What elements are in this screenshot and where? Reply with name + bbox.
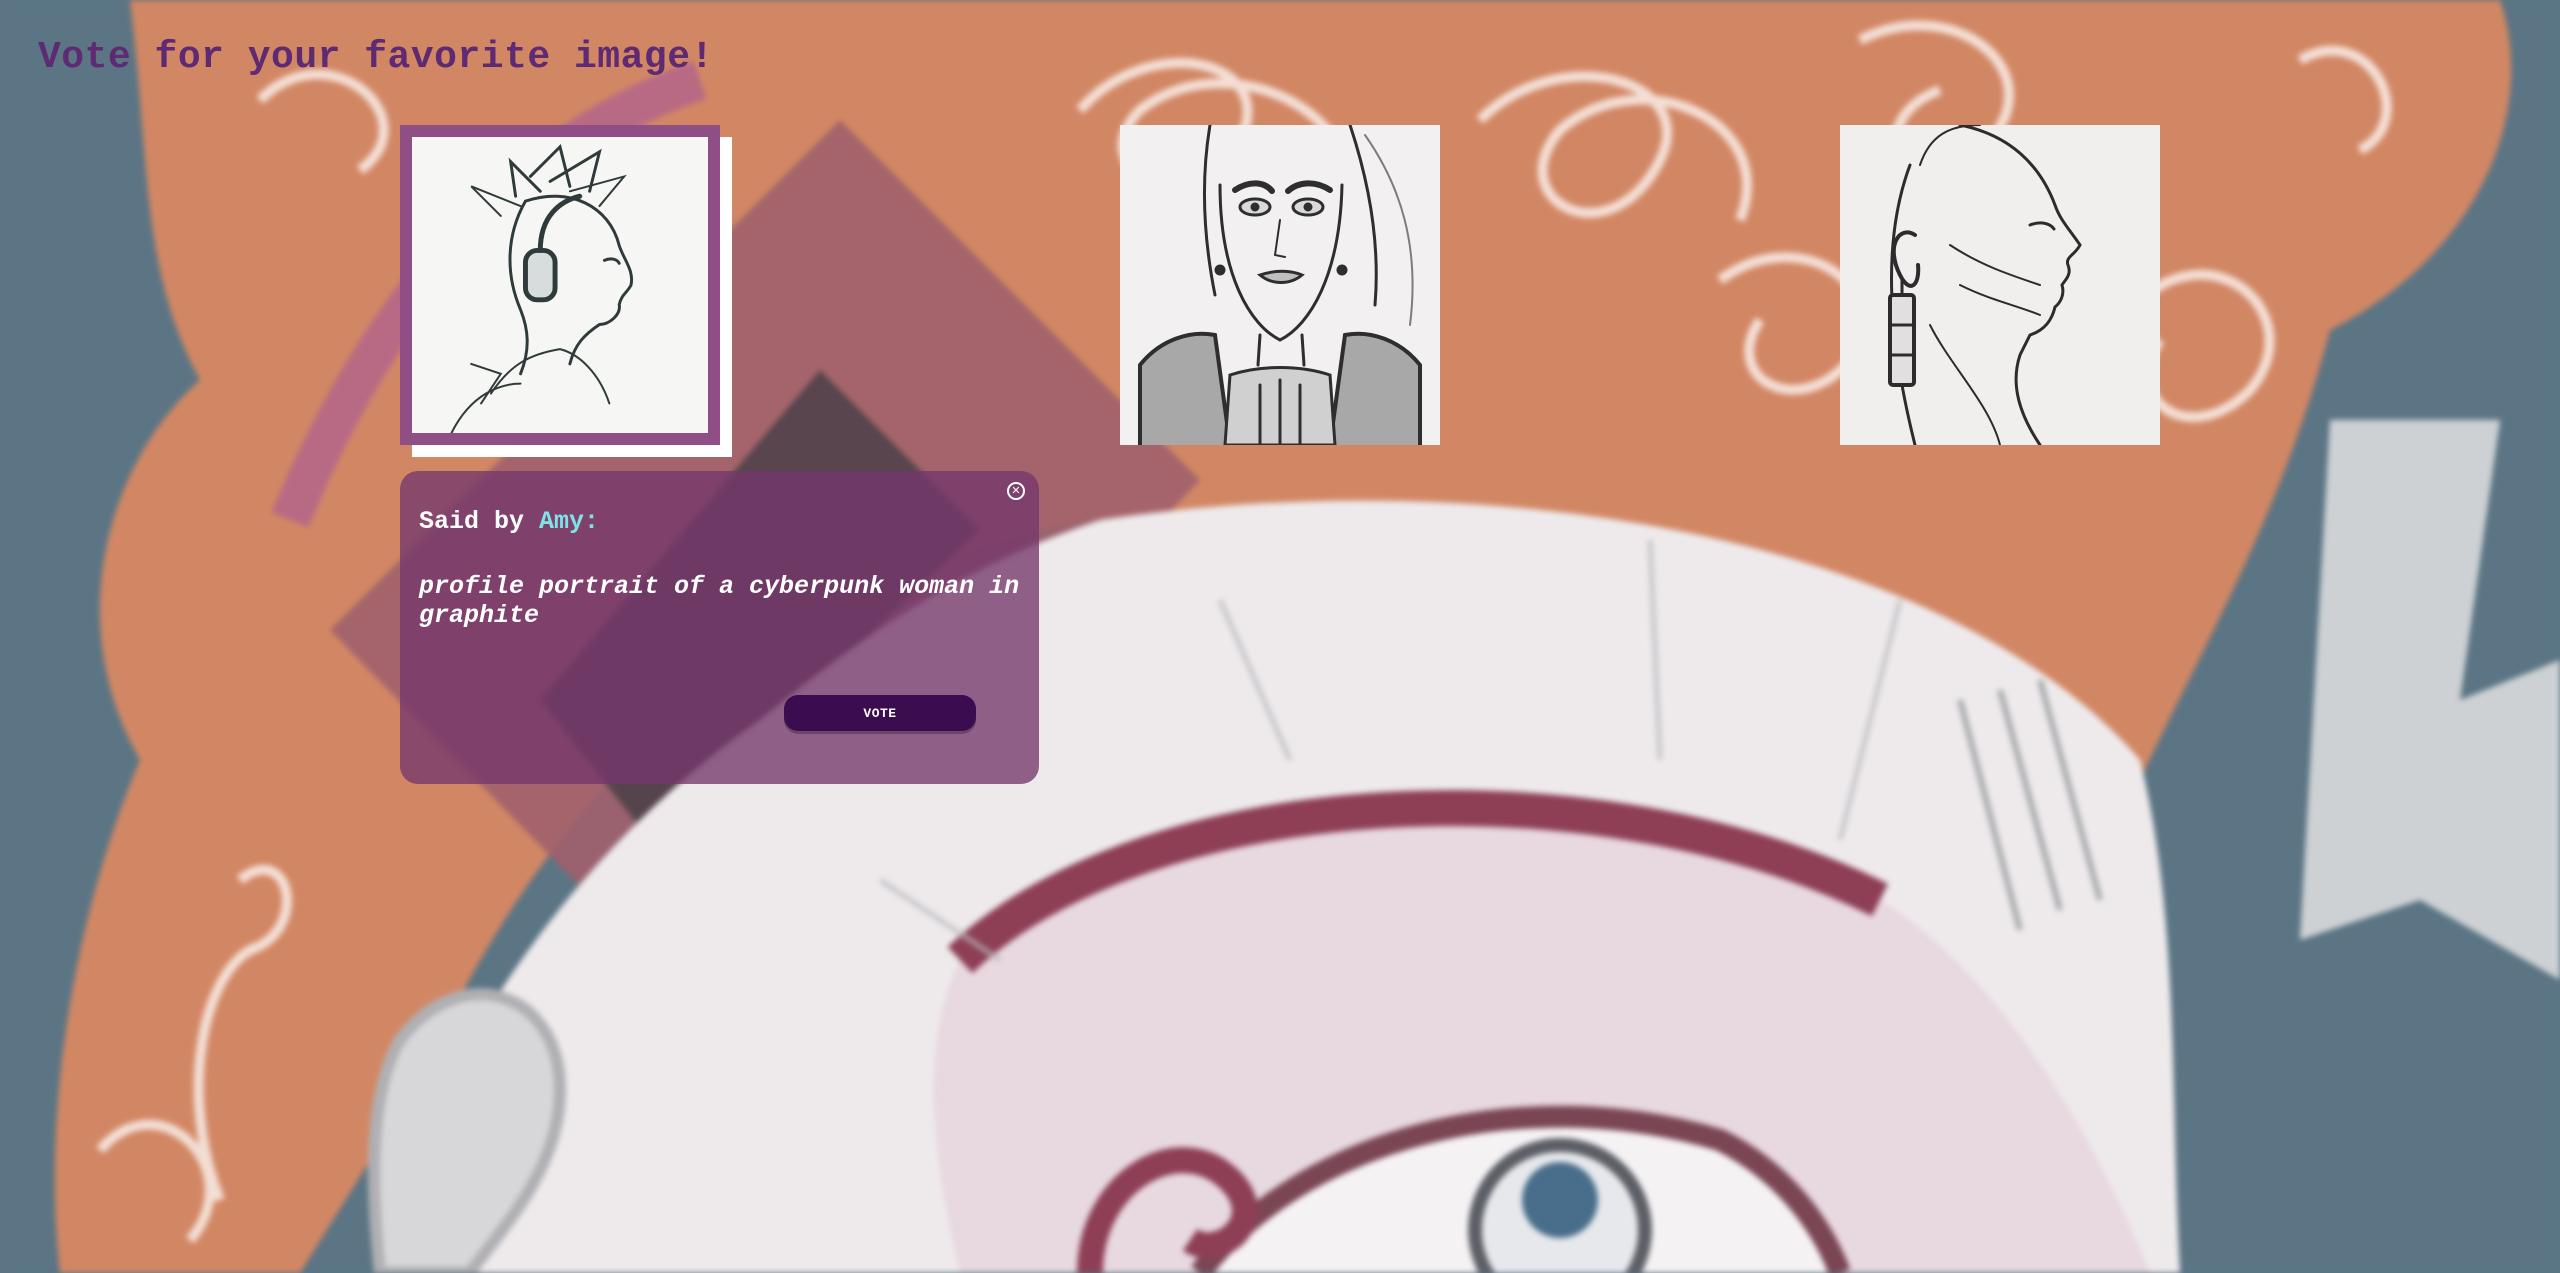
author-name: Amy: [539, 507, 585, 536]
image-option-1[interactable]: [400, 125, 720, 445]
prompt-text: profile portrait of a cyberpunk woman in…: [419, 572, 1020, 630]
vote-button[interactable]: VOTE: [784, 695, 976, 731]
said-by-prefix: Said by: [419, 507, 540, 536]
page-title: Vote for your favorite image!: [38, 36, 714, 79]
cyberpunk-side-profile-sketch-icon: [1840, 125, 2160, 445]
cyberpunk-profile-sketch-icon: [412, 137, 708, 433]
close-icon[interactable]: ✕: [1007, 482, 1025, 500]
image-detail-popup: ✕ Said by Amy: profile portrait of a cyb…: [400, 471, 1039, 784]
said-by-line: Said by Amy:: [419, 507, 1021, 536]
cyberpunk-front-portrait-sketch-icon: [1120, 125, 1440, 445]
image-option-2[interactable]: [1120, 125, 1440, 445]
image-option-3[interactable]: [1840, 125, 2160, 445]
said-by-suffix: :: [584, 507, 600, 536]
